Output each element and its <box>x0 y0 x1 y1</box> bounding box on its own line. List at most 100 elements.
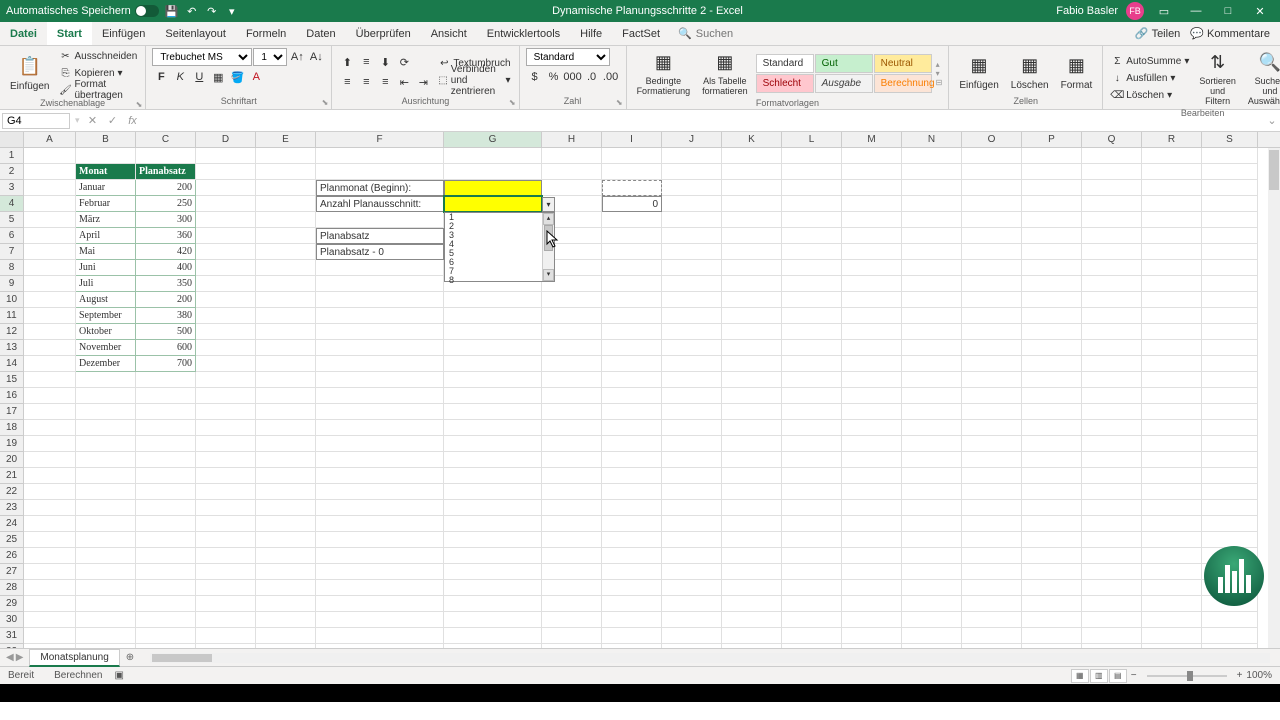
cell-R14[interactable] <box>1142 356 1202 372</box>
cell-P17[interactable] <box>1022 404 1082 420</box>
cell-P19[interactable] <box>1022 436 1082 452</box>
row-header-9[interactable]: 9 <box>0 276 24 292</box>
style-gut[interactable]: Gut <box>815 54 873 73</box>
align-middle-icon[interactable]: ≡ <box>357 53 375 71</box>
align-bottom-icon[interactable]: ⬇ <box>376 53 394 71</box>
cell-I31[interactable] <box>602 628 662 644</box>
cell-R20[interactable] <box>1142 452 1202 468</box>
cell-P10[interactable] <box>1022 292 1082 308</box>
cell-P9[interactable] <box>1022 276 1082 292</box>
tab-seitenlayout[interactable]: Seitenlayout <box>155 22 236 45</box>
cell-C31[interactable] <box>136 628 196 644</box>
col-header-J[interactable]: J <box>662 132 722 147</box>
font-size-select[interactable]: 12 <box>253 48 287 66</box>
cell-J32[interactable] <box>662 644 722 648</box>
cell-A12[interactable] <box>24 324 76 340</box>
cell-O2[interactable] <box>962 164 1022 180</box>
autosave-toggle[interactable]: Automatisches Speichern <box>6 5 159 17</box>
view-normal-icon[interactable]: ▦ <box>1071 669 1089 683</box>
cell-L4[interactable] <box>782 196 842 212</box>
dropdown-option-5[interactable]: 5 <box>445 249 554 258</box>
cell-H22[interactable] <box>542 484 602 500</box>
cell-F8[interactable] <box>316 260 444 276</box>
cell-P2[interactable] <box>1022 164 1082 180</box>
sort-filter-button[interactable]: ⇅Sortieren und Filtern <box>1195 48 1240 108</box>
cell-K21[interactable] <box>722 468 782 484</box>
cell-B12[interactable]: Oktober <box>76 324 136 340</box>
cell-K19[interactable] <box>722 436 782 452</box>
cell-R3[interactable] <box>1142 180 1202 196</box>
table-format-button[interactable]: ▦Als Tabelle formatieren <box>698 48 752 98</box>
cell-M3[interactable] <box>842 180 902 196</box>
cell-R5[interactable] <box>1142 212 1202 228</box>
cell-B5[interactable]: März <box>76 212 136 228</box>
alignment-launcher-icon[interactable]: ⬊ <box>509 98 516 107</box>
cell-F4[interactable]: Anzahl Planausschnitt: <box>316 196 444 212</box>
cell-F26[interactable] <box>316 548 444 564</box>
cell-O17[interactable] <box>962 404 1022 420</box>
cell-A24[interactable] <box>24 516 76 532</box>
cell-L17[interactable] <box>782 404 842 420</box>
cell-I12[interactable] <box>602 324 662 340</box>
cell-C7[interactable]: 420 <box>136 244 196 260</box>
cell-L25[interactable] <box>782 532 842 548</box>
cell-K20[interactable] <box>722 452 782 468</box>
cell-D6[interactable] <box>196 228 256 244</box>
cell-K31[interactable] <box>722 628 782 644</box>
sheet-tab-monatsplanung[interactable]: Monatsplanung <box>29 649 119 667</box>
redo-icon[interactable]: ↷ <box>205 4 219 18</box>
select-all-corner[interactable] <box>0 132 24 147</box>
cell-N25[interactable] <box>902 532 962 548</box>
cell-S21[interactable] <box>1202 468 1258 484</box>
cell-Q25[interactable] <box>1082 532 1142 548</box>
cell-M15[interactable] <box>842 372 902 388</box>
cell-J22[interactable] <box>662 484 722 500</box>
cell-D12[interactable] <box>196 324 256 340</box>
cell-H2[interactable] <box>542 164 602 180</box>
zoom-level[interactable]: 100% <box>1246 670 1272 681</box>
cell-N1[interactable] <box>902 148 962 164</box>
cell-Q21[interactable] <box>1082 468 1142 484</box>
styles-up-icon[interactable]: ▴ <box>936 60 943 69</box>
cond-format-button[interactable]: ▦Bedingte Formatierung <box>633 48 695 98</box>
tab-ansicht[interactable]: Ansicht <box>421 22 477 45</box>
cell-D19[interactable] <box>196 436 256 452</box>
inc-indent-icon[interactable]: ⇥ <box>414 73 432 91</box>
cell-H20[interactable] <box>542 452 602 468</box>
cell-G10[interactable] <box>444 292 542 308</box>
cell-M1[interactable] <box>842 148 902 164</box>
cell-C28[interactable] <box>136 580 196 596</box>
cell-I28[interactable] <box>602 580 662 596</box>
cell-D8[interactable] <box>196 260 256 276</box>
cell-S16[interactable] <box>1202 388 1258 404</box>
cell-F32[interactable] <box>316 644 444 648</box>
cell-F25[interactable] <box>316 532 444 548</box>
cell-C30[interactable] <box>136 612 196 628</box>
row-header-32[interactable]: 32 <box>0 644 24 648</box>
search-box[interactable]: 🔍 <box>670 22 784 45</box>
number-format-select[interactable]: Standard <box>526 48 610 66</box>
cell-F30[interactable] <box>316 612 444 628</box>
cell-R12[interactable] <box>1142 324 1202 340</box>
cell-E25[interactable] <box>256 532 316 548</box>
dropdown-option-1[interactable]: 1 <box>445 213 554 222</box>
cell-C25[interactable] <box>136 532 196 548</box>
cell-G25[interactable] <box>444 532 542 548</box>
cell-R24[interactable] <box>1142 516 1202 532</box>
col-header-S[interactable]: S <box>1202 132 1258 147</box>
cell-Q1[interactable] <box>1082 148 1142 164</box>
cell-E14[interactable] <box>256 356 316 372</box>
comments-button[interactable]: 💬Kommentare <box>1190 27 1270 40</box>
cell-N31[interactable] <box>902 628 962 644</box>
cell-S23[interactable] <box>1202 500 1258 516</box>
styles-down-icon[interactable]: ▾ <box>936 69 943 78</box>
cell-S2[interactable] <box>1202 164 1258 180</box>
dropdown-list[interactable]: 12345678▴▾ <box>444 212 555 282</box>
cell-J7[interactable] <box>662 244 722 260</box>
cell-A2[interactable] <box>24 164 76 180</box>
cell-O24[interactable] <box>962 516 1022 532</box>
cell-C9[interactable]: 350 <box>136 276 196 292</box>
vscroll-thumb[interactable] <box>1269 150 1279 190</box>
row-header-5[interactable]: 5 <box>0 212 24 228</box>
row-header-23[interactable]: 23 <box>0 500 24 516</box>
